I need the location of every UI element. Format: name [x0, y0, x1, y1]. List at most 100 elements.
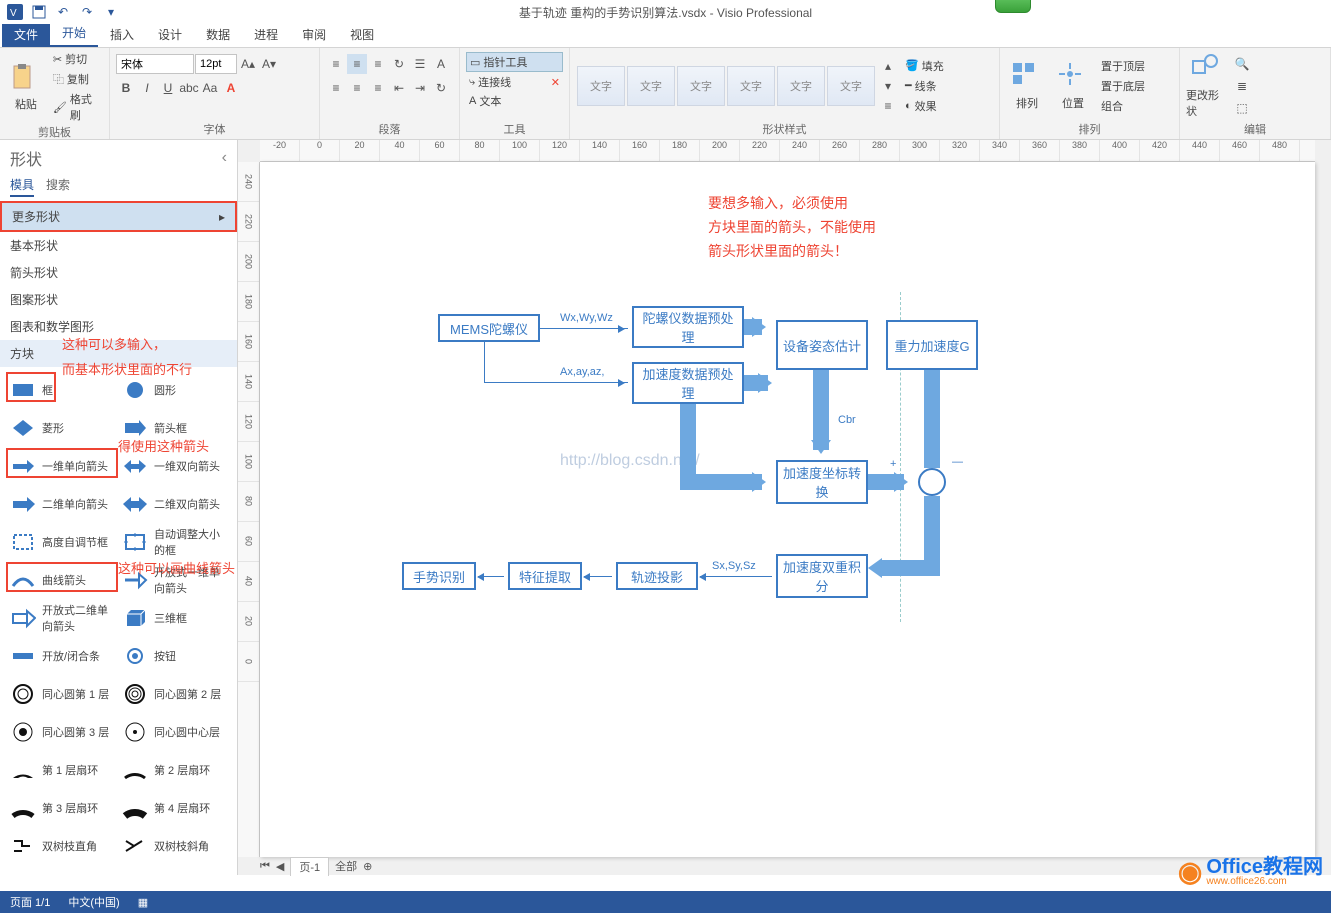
connector-thick[interactable]	[924, 370, 940, 468]
save-icon[interactable]	[28, 2, 50, 22]
page-nav-first[interactable]: ⏮	[260, 860, 270, 873]
add-page-icon[interactable]: ⊕	[363, 860, 372, 873]
stencil-item[interactable]: 开放/闭合条	[6, 637, 118, 675]
tab-review[interactable]: 审阅	[290, 22, 338, 47]
pointer-tool-button[interactable]: ▭指针工具	[466, 52, 563, 72]
stencil-item[interactable]: 开放式一维单向箭头	[118, 561, 230, 599]
stencil-item[interactable]: 同心圆第 2 层	[118, 675, 230, 713]
fill-button[interactable]: 🪣填充	[902, 57, 947, 75]
gallery-more-icon[interactable]: ≡	[878, 96, 898, 116]
align-right-icon[interactable]: ≡	[368, 78, 388, 98]
tab-design[interactable]: 设计	[146, 22, 194, 47]
page-tab-all[interactable]: 全部	[335, 858, 357, 874]
connector-thick[interactable]	[868, 474, 904, 490]
stencil-item[interactable]: 三维框	[118, 599, 230, 637]
style-preset-2[interactable]: 文字	[627, 66, 675, 106]
indent-inc-icon[interactable]: ⇥	[410, 78, 430, 98]
bring-front-button[interactable]: 置于顶层	[1098, 57, 1148, 75]
category-arrow[interactable]: 箭头形状	[0, 259, 237, 286]
macro-icon[interactable]: ▦	[138, 896, 148, 909]
font-color-icon[interactable]: A	[221, 78, 241, 98]
style-preset-6[interactable]: 文字	[827, 66, 875, 106]
stencil-item[interactable]: 高度自调节框	[6, 523, 118, 561]
stencil-item[interactable]: 同心圆第 3 层	[6, 713, 118, 751]
align-top-icon[interactable]: ≡	[326, 54, 346, 74]
font-name-combo[interactable]: 宋体	[116, 54, 194, 74]
italic-icon[interactable]: I	[137, 78, 157, 98]
shape-gyro-pre[interactable]: 陀螺仪数据预处理	[632, 306, 744, 348]
group-button[interactable]: 组合	[1098, 97, 1148, 115]
connector-thick[interactable]	[744, 375, 768, 391]
font-size-combo[interactable]: 12pt	[195, 54, 237, 74]
chevron-left-icon[interactable]: ‹	[222, 149, 227, 167]
shape-proj[interactable]: 轨迹投影	[616, 562, 698, 590]
category-pattern[interactable]: 图案形状	[0, 286, 237, 313]
select-icon[interactable]: ⬚	[1232, 98, 1252, 118]
change-shape-button[interactable]: 更改形状	[1186, 50, 1228, 121]
connector[interactable]	[484, 342, 485, 382]
tab-insert[interactable]: 插入	[98, 22, 146, 47]
stencil-item[interactable]: 箭头框	[118, 409, 230, 447]
category-chart[interactable]: 图表和数学图形	[0, 313, 237, 340]
tab-stencil[interactable]: 模具	[10, 176, 34, 197]
stencil-item[interactable]: 二维单向箭头	[6, 485, 118, 523]
visio-app-icon[interactable]: V	[4, 2, 26, 22]
connector-thick[interactable]	[680, 404, 696, 482]
layers-icon[interactable]: ≣	[1232, 76, 1252, 96]
stencil-item[interactable]: 同心圆第 1 层	[6, 675, 118, 713]
shape-mems[interactable]: MEMS陀螺仪	[438, 314, 540, 342]
find-icon[interactable]: 🔍	[1232, 54, 1252, 74]
stencil-item[interactable]: 双树枝直角	[6, 827, 118, 865]
redo-icon[interactable]: ↷	[76, 2, 98, 22]
style-preset-4[interactable]: 文字	[727, 66, 775, 106]
tab-data[interactable]: 数据	[194, 22, 242, 47]
shrink-font-icon[interactable]: A▾	[259, 54, 279, 74]
rotate-icon[interactable]: ↻	[431, 78, 451, 98]
stencil-item[interactable]: 自动调整大小的框	[118, 523, 230, 561]
page-tab-1[interactable]: 页-1	[290, 857, 329, 876]
strikethrough-icon[interactable]: abc	[179, 78, 199, 98]
send-back-button[interactable]: 置于底层	[1098, 77, 1148, 95]
line-button[interactable]: ━线条	[902, 77, 947, 95]
cut-button[interactable]: ✂剪切	[50, 50, 103, 68]
connector-thick[interactable]	[680, 474, 762, 490]
sum-node[interactable]	[918, 468, 946, 496]
drawing-page[interactable]: 要想多输入，必须使用 方块里面的箭头，不能使用 箭头形状里面的箭头！ http:…	[260, 162, 1315, 857]
connector-thick[interactable]	[813, 370, 829, 450]
bullets-icon[interactable]: ☰	[410, 54, 430, 74]
account-indicator[interactable]	[995, 0, 1031, 16]
connector-thick[interactable]	[924, 496, 940, 560]
tab-search[interactable]: 搜索	[46, 176, 70, 197]
text-case-icon[interactable]: Aa	[200, 78, 220, 98]
connector[interactable]	[584, 576, 612, 577]
stencil-item[interactable]: 按钮	[118, 637, 230, 675]
category-more-shapes[interactable]: 更多形状▸	[0, 201, 237, 232]
stencil-item[interactable]: 第 2 层扇环	[118, 751, 230, 789]
qat-dropdown-icon[interactable]: ▾	[100, 2, 122, 22]
stencil-item[interactable]: 第 4 层扇环	[118, 789, 230, 827]
align-middle-icon[interactable]: ≡	[347, 54, 367, 74]
stencil-item[interactable]: 一维双向箭头	[118, 447, 230, 485]
connector-tool-button[interactable]: ⤷连接线✕	[466, 73, 563, 91]
grow-font-icon[interactable]: A▴	[238, 54, 258, 74]
tab-home[interactable]: 开始	[50, 20, 98, 47]
paste-button[interactable]: 粘贴	[6, 50, 46, 124]
shape-feat[interactable]: 特征提取	[508, 562, 582, 590]
underline-icon[interactable]: U	[158, 78, 178, 98]
category-basic[interactable]: 基本形状	[0, 232, 237, 259]
arrange-button[interactable]: 排列	[1006, 50, 1048, 121]
shape-recog[interactable]: 手势识别	[402, 562, 476, 590]
stencil-item[interactable]: 二维双向箭头	[118, 485, 230, 523]
align-bottom-icon[interactable]: ≡	[368, 54, 388, 74]
page-nav-prev[interactable]: ◀	[276, 860, 284, 873]
connector[interactable]	[700, 576, 772, 577]
connector[interactable]	[478, 576, 504, 577]
undo-icon[interactable]: ↶	[52, 2, 74, 22]
text-tool-button[interactable]: A文本	[466, 92, 563, 110]
stencil-item[interactable]: 菱形	[6, 409, 118, 447]
shape-double-int[interactable]: 加速度双重积分	[776, 554, 868, 598]
connector-thick[interactable]	[882, 560, 940, 576]
shape-coord[interactable]: 加速度坐标转换	[776, 460, 868, 504]
stencil-item[interactable]: 第 3 层扇环	[6, 789, 118, 827]
connector[interactable]	[484, 382, 628, 383]
